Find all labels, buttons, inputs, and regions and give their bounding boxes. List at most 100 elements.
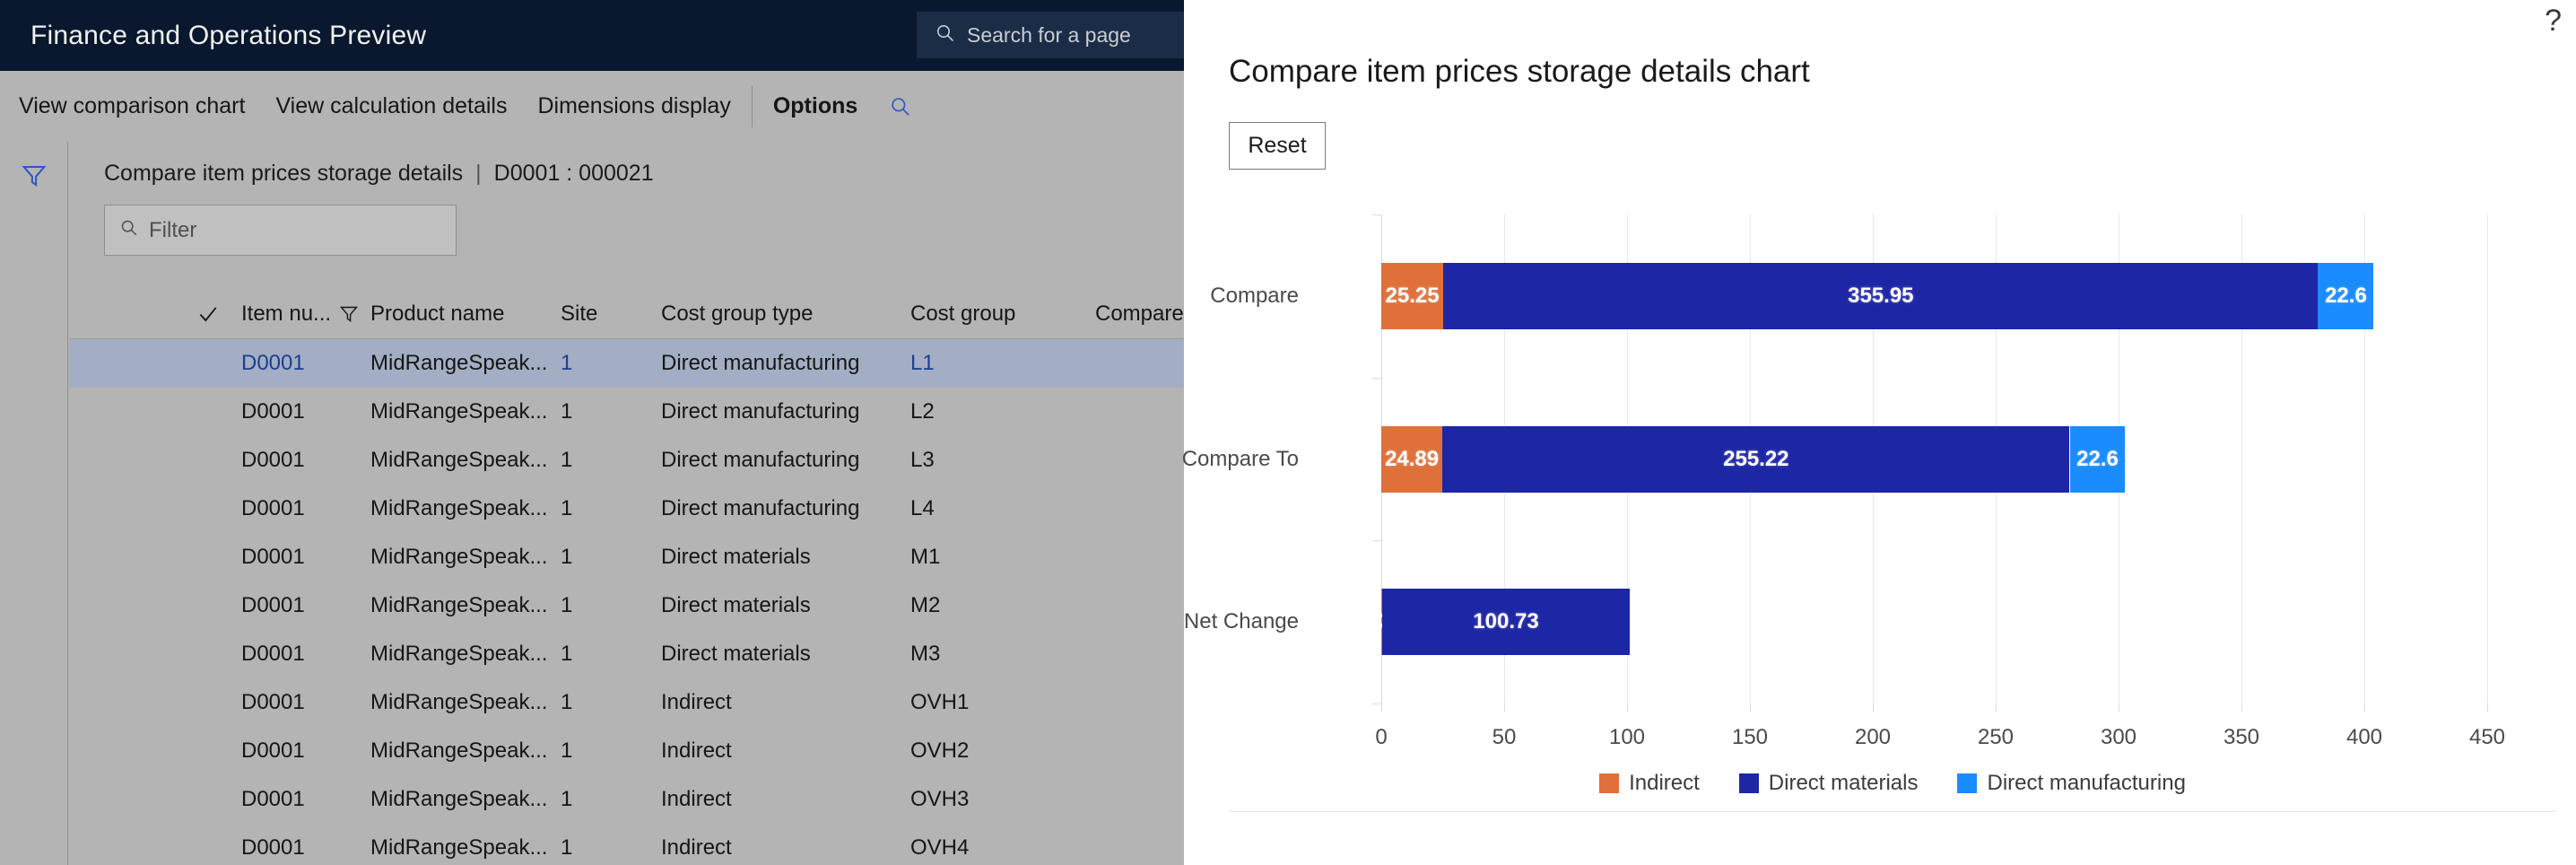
table-row[interactable]: D0001 MidRangeSpeak... 1 Direct materials M3: [69, 630, 1184, 678]
cell-site[interactable]: 1: [561, 339, 632, 388]
x-axis-tick-label: 50: [1492, 725, 1517, 749]
table-row[interactable]: D0001 MidRangeSpeak... 1 Direct materials M2: [69, 581, 1184, 630]
command-options[interactable]: Options: [758, 95, 873, 118]
grid-header-row: Item nu... Product name Site Cost group …: [69, 289, 1184, 339]
x-axis-tick: [2241, 703, 2242, 712]
command-view-comparison-chart[interactable]: View comparison chart: [4, 95, 260, 118]
cell-cost-group: L3: [910, 448, 935, 472]
table-row[interactable]: D0001 MidRangeSpeak... 1 Direct materials M1: [69, 533, 1184, 581]
cell-cost-group: M2: [910, 593, 941, 617]
finance-operations-app-pane: Finance and Operations Preview Search fo…: [0, 0, 1184, 865]
help-icon[interactable]: ?: [2545, 5, 2562, 36]
table-row[interactable]: D0001 MidRangeSpeak... 1 Indirect OVH4: [69, 824, 1184, 865]
bar-value-label: 100.73: [1473, 609, 1539, 634]
bar-segment[interactable]: 24.89: [1381, 425, 1443, 493]
cell-item-number: D0001: [241, 835, 305, 860]
x-axis-tick-label: 0: [1375, 725, 1388, 749]
x-axis-tick-label: 200: [1854, 725, 1892, 749]
bar-segment[interactable]: 25.25: [1381, 262, 1444, 329]
y-axis-tick: [1372, 214, 1381, 215]
grid-body: D0001 MidRangeSpeak... 1 Direct manufacturi…: [69, 339, 1184, 865]
legend-swatch: [1957, 773, 1978, 793]
column-header-site[interactable]: Site: [561, 289, 632, 339]
legend-item[interactable]: Direct manufacturing: [1957, 771, 2186, 796]
command-search-icon[interactable]: [873, 95, 928, 118]
chart-card: Compare Compare To Net Change 25.25 355.95 2…: [1182, 189, 2556, 812]
cell-product-name: MidRangeSpeak...: [370, 738, 548, 763]
table-row[interactable]: D0001 MidRangeSpeak... 1 Indirect OVH1: [69, 678, 1184, 727]
cell-cost-group[interactable]: L1: [910, 339, 1072, 388]
column-header-cost-group[interactable]: Cost group: [910, 289, 1072, 339]
bar-segment[interactable]: 22.6: [2318, 262, 2374, 329]
x-axis-tick-label: 450: [2468, 725, 2506, 749]
legend-label: Indirect: [1629, 771, 1700, 795]
column-header-item-number[interactable]: Item nu...: [241, 289, 340, 339]
y-axis-tick: [1372, 540, 1381, 542]
x-axis-tick: [1504, 703, 1505, 712]
cell-item-number[interactable]: D0001: [241, 339, 340, 388]
column-filter-funnel-icon[interactable]: [338, 289, 369, 339]
legend-swatch: [1738, 773, 1759, 793]
cell-cost-group-type: Indirect: [661, 787, 732, 811]
cell-cost-group-type: Direct manufacturing: [661, 496, 860, 520]
cell-cost-group: M3: [910, 642, 941, 666]
cell-cost-group-type: Direct manufacturing: [661, 399, 860, 424]
legend-item[interactable]: Direct materials: [1738, 771, 1919, 796]
cell-cost-group-type: Direct materials: [661, 593, 811, 617]
select-all-checkmark-icon[interactable]: [196, 289, 232, 339]
search-icon: [935, 22, 956, 48]
filter-input[interactable]: Filter: [104, 205, 457, 256]
legend-item[interactable]: Indirect: [1599, 771, 1700, 796]
table-row[interactable]: D0001 MidRangeSpeak... 1 Indirect OVH3: [69, 775, 1184, 824]
filter-funnel-icon[interactable]: [20, 162, 48, 195]
cell-cost-group: OVH2: [910, 738, 970, 763]
global-search-box[interactable]: Search for a page: [917, 12, 1184, 58]
table-row[interactable]: D0001 MidRangeSpeak... 1 Direct manufacturi…: [69, 339, 1184, 388]
bar-segment[interactable]: 355.95: [1443, 262, 2319, 329]
cell-site: 1: [561, 738, 573, 763]
x-axis-tick-label: 250: [1977, 725, 2015, 749]
cell-cost-group-type: Direct materials: [661, 545, 811, 569]
chart-legend: Indirect Direct materials Direct manufactu…: [1229, 771, 2556, 796]
command-bar-divider: [751, 85, 753, 127]
reset-button[interactable]: Reset: [1229, 122, 1326, 170]
cell-product-name: MidRangeSpeak...: [370, 448, 548, 472]
table-row[interactable]: D0001 MidRangeSpeak... 1 Indirect OVH2: [69, 727, 1184, 775]
command-dimensions-display[interactable]: Dimensions display: [522, 95, 745, 118]
bar-value-label: 255.22: [1723, 446, 1789, 471]
x-axis-tick: [2364, 703, 2365, 712]
table-row[interactable]: D0001 MidRangeSpeak... 1 Direct manufacturi…: [69, 485, 1184, 533]
bar-segment[interactable]: 255.22: [1442, 425, 2070, 493]
y-axis-tick: [1372, 703, 1381, 704]
table-row[interactable]: D0001 MidRangeSpeak... 1 Direct manufacturi…: [69, 388, 1184, 436]
cell-cost-group-type: Direct manufacturing: [661, 351, 860, 375]
legend-label: Direct materials: [1768, 771, 1919, 795]
x-axis-tick-label: 300: [2100, 725, 2137, 749]
workspace: Compare item prices storage details | D000…: [0, 142, 1184, 865]
cell-cost-group-type: Indirect: [661, 738, 732, 763]
cell-product-name: MidRangeSpeak...: [370, 496, 548, 520]
x-axis-tick: [1627, 703, 1628, 712]
table-row[interactable]: D0001 MidRangeSpeak... 1 Direct manufacturi…: [69, 436, 1184, 485]
x-axis-tick: [1996, 703, 1997, 712]
x-axis-tick-label: 400: [2345, 725, 2383, 749]
column-header-cost-group-type[interactable]: Cost group type: [661, 289, 903, 339]
cell-item-number: D0001: [241, 496, 305, 520]
command-view-calculation-details[interactable]: View calculation details: [260, 95, 522, 118]
cell-product-name: MidRangeSpeak...: [370, 399, 548, 424]
column-header-product-name[interactable]: Product name: [370, 289, 550, 339]
y-axis-tick: [1372, 377, 1381, 379]
x-axis-tick-label: 350: [2223, 725, 2260, 749]
filter-rail: [0, 142, 68, 865]
bar-segment[interactable]: 100.73: [1381, 589, 1630, 656]
bar-group-compare: 25.25 355.95 22.6: [1229, 262, 2556, 329]
breadcrumb-record: D0001 : 000021: [493, 161, 654, 186]
bar-segment[interactable]: 22.6: [2069, 425, 2126, 493]
cell-item-number: D0001: [241, 545, 305, 569]
cell-item-number: D0001: [241, 738, 305, 763]
cell-site: 1: [561, 642, 573, 666]
bar-group-net-change: 0.36100.73: [1229, 589, 2556, 656]
column-header-compare-price[interactable]: Compare: Price qu: [1095, 289, 1184, 339]
search-icon: [119, 218, 139, 242]
app-title-bar: Finance and Operations Preview Search fo…: [0, 0, 1184, 71]
